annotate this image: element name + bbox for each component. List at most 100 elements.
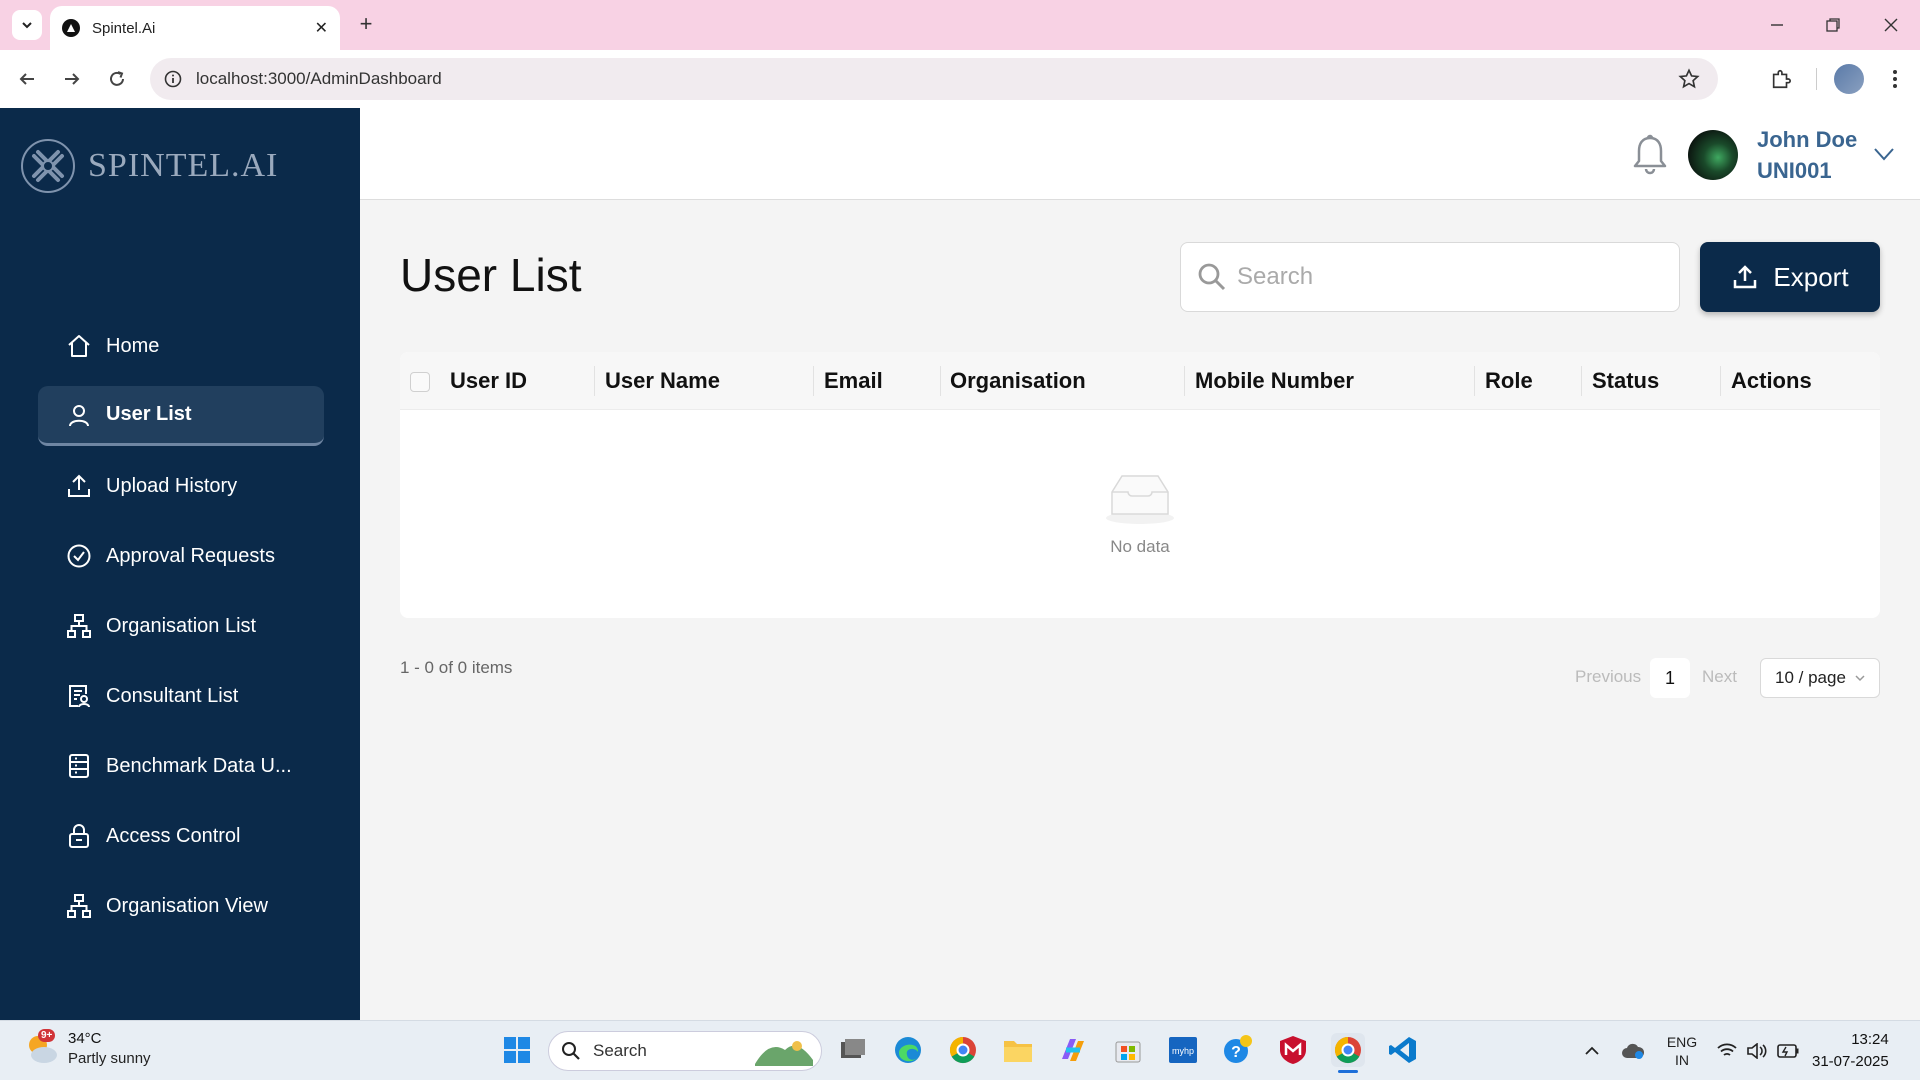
copilot-app[interactable] [1056, 1033, 1090, 1067]
search-input[interactable] [1237, 263, 1657, 291]
home-icon [66, 333, 92, 359]
start-button[interactable] [500, 1033, 534, 1067]
pagination-range: 1 - 0 of 0 items [400, 658, 513, 677]
battery-icon [1777, 1044, 1799, 1058]
chrome-icon [1334, 1036, 1361, 1064]
sidebar-item-access-control[interactable]: Access Control [38, 806, 324, 866]
sidebar-item-benchmark-data[interactable]: Benchmark Data U... [38, 736, 324, 796]
column-header-actions[interactable]: Actions [1731, 352, 1812, 410]
toolbar-divider [1816, 68, 1817, 90]
column-header-user-id[interactable]: User ID [450, 352, 527, 410]
browser-toolbar: localhost:3000/AdminDashboard [0, 50, 1920, 108]
reload-icon [110, 71, 124, 86]
reload-button[interactable] [102, 64, 132, 94]
minimize-button[interactable] [1762, 10, 1792, 40]
chrome-active-app[interactable] [1331, 1033, 1365, 1073]
new-tab-button[interactable]: + [352, 10, 380, 38]
taskbar-search-label: Search [593, 1041, 647, 1060]
show-hidden-icons[interactable] [1582, 1037, 1602, 1065]
url-text: localhost:3000/AdminDashboard [196, 69, 442, 88]
column-header-status[interactable]: Status [1592, 352, 1659, 410]
task-view-icon [841, 1039, 865, 1058]
search-box[interactable] [1180, 242, 1680, 312]
battery-status[interactable] [1776, 1037, 1800, 1065]
logo[interactable]: SPINTEL.AI [20, 138, 278, 194]
sidebar-item-organisation-view[interactable]: Organisation View [38, 876, 324, 936]
browser-menu-button[interactable] [1880, 64, 1910, 94]
user-avatar[interactable] [1688, 130, 1738, 180]
arrow-right-icon [65, 73, 80, 85]
myhp-icon: myhp [1169, 1037, 1197, 1063]
volume-status[interactable] [1746, 1037, 1768, 1065]
bookmark-star-icon[interactable] [1678, 68, 1700, 90]
extensions-button[interactable] [1766, 64, 1796, 94]
close-window-button[interactable] [1876, 10, 1906, 40]
column-header-role[interactable]: Role [1485, 352, 1533, 410]
tab-title: Spintel.Ai [92, 19, 156, 37]
app-header: John Doe UNI001 [360, 108, 1920, 200]
browser-tab-strip: Spintel.Ai ✕ + [0, 0, 1920, 50]
tab-search-button[interactable] [12, 10, 42, 40]
search-icon [562, 1042, 580, 1060]
next-page-button[interactable]: Next [1702, 667, 1737, 687]
vscode-app[interactable] [1386, 1033, 1420, 1067]
taskbar-search[interactable]: Search [548, 1031, 822, 1071]
sidebar-item-home[interactable]: Home [38, 316, 324, 376]
bell-icon[interactable] [1632, 134, 1668, 176]
address-bar[interactable]: localhost:3000/AdminDashboard [150, 58, 1718, 100]
column-divider [594, 366, 595, 396]
chrome-app[interactable] [946, 1033, 980, 1067]
site-info-icon[interactable] [164, 70, 182, 88]
chevron-down-icon[interactable] [1872, 142, 1896, 166]
onedrive-status[interactable] [1620, 1037, 1646, 1065]
page-size-select[interactable]: 10 / page [1760, 658, 1880, 698]
lock-icon [66, 823, 92, 849]
minimize-icon [1771, 24, 1783, 26]
sidebar-item-consultant-list[interactable]: Consultant List [38, 666, 324, 726]
weather-widget[interactable]: 9+ 34°C Partly sunny [24, 1029, 151, 1069]
previous-page-button[interactable]: Previous [1575, 667, 1641, 687]
restore-icon [1826, 18, 1840, 32]
wifi-status[interactable] [1716, 1037, 1738, 1065]
chevron-down-icon [22, 22, 32, 29]
select-all-checkbox[interactable] [410, 372, 430, 392]
folder-icon [1004, 1041, 1032, 1062]
page-title: User List [400, 249, 582, 301]
file-explorer-app[interactable] [1001, 1033, 1035, 1067]
export-button[interactable]: Export [1700, 242, 1880, 312]
weather-sun-icon: 9+ [24, 1029, 60, 1067]
myhp-app[interactable]: myhp [1166, 1033, 1200, 1067]
sidebar-item-upload-history[interactable]: Upload History [38, 456, 324, 516]
language-indicator[interactable]: ENG IN [1664, 1031, 1700, 1071]
user-code: UNI001 [1757, 158, 1832, 183]
mcafee-app[interactable] [1276, 1033, 1310, 1067]
language-region: IN [1675, 1052, 1689, 1068]
svg-text:myhp: myhp [1172, 1046, 1194, 1056]
column-header-user-name[interactable]: User Name [605, 352, 720, 410]
column-header-mobile-number[interactable]: Mobile Number [1195, 352, 1354, 410]
close-tab-icon[interactable]: ✕ [315, 18, 328, 38]
forward-button[interactable] [57, 64, 87, 94]
task-view-button[interactable] [836, 1033, 870, 1067]
column-header-email[interactable]: Email [824, 352, 883, 410]
restore-button[interactable] [1818, 10, 1848, 40]
weather-temp: 34°C [68, 1030, 102, 1047]
sidebar-item-user-list[interactable]: User List [38, 386, 324, 446]
user-name: John Doe [1757, 127, 1858, 152]
edge-app[interactable] [891, 1033, 925, 1067]
weather-badge: 9+ [38, 1029, 56, 1042]
copilot-icon [1062, 1039, 1084, 1061]
export-label: Export [1773, 261, 1849, 292]
help-app[interactable]: ? [1221, 1033, 1255, 1067]
back-button[interactable] [12, 64, 42, 94]
clock[interactable]: 13:24 31-07-2025 [1812, 1029, 1889, 1073]
page-number-button[interactable]: 1 [1650, 658, 1690, 698]
sidebar-item-approval-requests[interactable]: Approval Requests [38, 526, 324, 586]
weather-desc: Partly sunny [68, 1050, 151, 1067]
browser-tab[interactable]: Spintel.Ai ✕ [50, 6, 340, 50]
store-app[interactable] [1111, 1033, 1145, 1067]
column-divider [1581, 366, 1582, 396]
column-header-organisation[interactable]: Organisation [950, 352, 1086, 410]
profile-avatar[interactable] [1834, 64, 1864, 94]
sidebar-item-organisation-list[interactable]: Organisation List [38, 596, 324, 656]
